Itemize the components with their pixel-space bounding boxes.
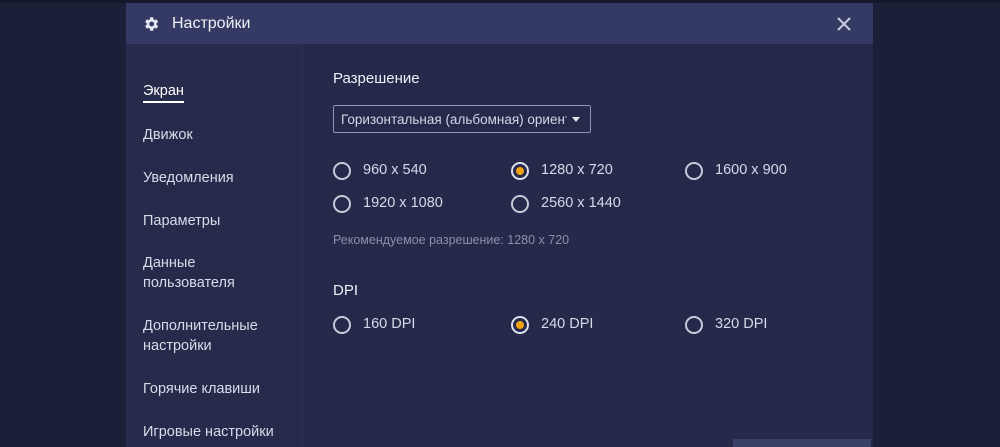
close-icon[interactable]: [834, 14, 854, 34]
sidebar-item-label: Движок: [143, 127, 193, 143]
sidebar-item-hotkeys[interactable]: Горячие клавиши: [143, 379, 260, 399]
radio-circle: [511, 195, 529, 213]
sidebar-item-label: Экран: [143, 83, 184, 103]
sidebar: Экран Движок Уведомления Параметры Данны…: [126, 44, 303, 447]
gear-icon: [142, 15, 160, 33]
radio-label: 240 DPI: [541, 316, 594, 332]
orientation-select[interactable]: Горизонтальная (альбомная) ориентация: [333, 105, 591, 133]
window-title: Настройки: [172, 15, 251, 32]
radio-circle: [511, 162, 529, 180]
radio-label: 1920 x 1080: [363, 195, 443, 211]
sidebar-item-parameters[interactable]: Параметры: [143, 211, 220, 231]
radio-circle: [511, 316, 529, 334]
screen-settings-panel: Разрешение Горизонтальная (альбомная) ор…: [303, 44, 873, 447]
chevron-down-icon: [572, 117, 580, 122]
radio-circle: [333, 316, 351, 334]
radio-label: 1280 x 720: [541, 162, 613, 178]
sidebar-item-label: Уведомления: [143, 170, 234, 186]
orientation-select-value: Горизонтальная (альбомная) ориентация: [341, 112, 567, 127]
radio-circle: [685, 316, 703, 334]
radio-selected-dot: [516, 167, 524, 175]
radio-label: 160 DPI: [363, 316, 416, 332]
radio-circle: [333, 195, 351, 213]
sidebar-item-screen[interactable]: Экран: [143, 81, 184, 103]
sidebar-item-notifications[interactable]: Уведомления: [143, 168, 234, 188]
radio-selected-dot: [516, 321, 524, 329]
radio-circle: [333, 162, 351, 180]
sidebar-item-label: Данные пользователя: [143, 255, 235, 291]
titlebar: Настройки: [126, 3, 873, 44]
resolution-heading: Разрешение: [333, 70, 420, 87]
sidebar-item-user-data[interactable]: Данные пользователя: [143, 253, 263, 293]
sidebar-item-game-settings[interactable]: Игровые настройки: [143, 422, 274, 442]
sidebar-item-label: Параметры: [143, 213, 221, 229]
sidebar-item-label: Игровые настройки: [143, 424, 274, 440]
dpi-heading: DPI: [333, 282, 359, 299]
save-button[interactable]: [733, 439, 871, 447]
radio-label: 2560 x 1440: [541, 195, 621, 211]
sidebar-item-advanced[interactable]: Дополнительные настройки: [143, 316, 273, 356]
radio-circle: [685, 162, 703, 180]
sidebar-item-engine[interactable]: Движок: [143, 125, 193, 145]
sidebar-item-label: Горячие клавиши: [143, 381, 261, 397]
recommended-resolution-hint: Рекомендуемое разрешение: 1280 x 720: [333, 233, 570, 247]
radio-label: 1600 x 900: [715, 162, 787, 178]
radio-label: 320 DPI: [715, 316, 768, 332]
settings-window: Настройки Экран Движок Уведомления Парам…: [126, 3, 873, 447]
sidebar-item-label: Дополнительные настройки: [143, 318, 258, 354]
radio-label: 960 x 540: [363, 162, 427, 178]
